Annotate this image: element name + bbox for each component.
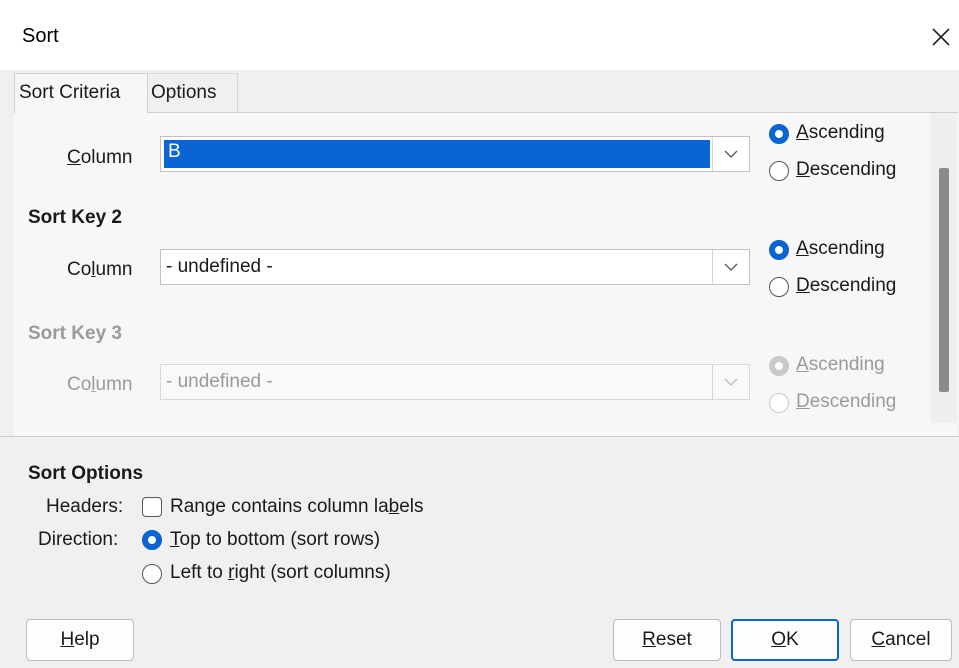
sort-key-1-column-combobox[interactable]: B bbox=[160, 136, 750, 172]
chevron-down-icon bbox=[724, 263, 738, 271]
selection-highlight bbox=[164, 140, 710, 168]
ok-button[interactable]: OK bbox=[731, 619, 839, 661]
sort-key-3-ascending-label: Ascending bbox=[796, 354, 885, 375]
scrollbar-thumb[interactable] bbox=[939, 168, 949, 392]
cancel-button[interactable]: Cancel bbox=[850, 619, 952, 661]
sort-key-2-descending-label: Descending bbox=[796, 275, 897, 296]
sort-key-2-column-label: Column bbox=[67, 259, 133, 280]
sort-key-3-descending-label: Descending bbox=[796, 391, 897, 412]
direction-left-right-radio[interactable] bbox=[142, 564, 162, 584]
help-button[interactable]: Help bbox=[26, 619, 134, 661]
sort-key-3-column-label: Column bbox=[67, 374, 133, 395]
sort-key-2-column-combobox[interactable]: - undefined - bbox=[160, 249, 750, 285]
sort-key-1-ascending-radio[interactable] bbox=[769, 124, 789, 144]
close-button[interactable] bbox=[924, 16, 958, 54]
dropdown-button[interactable] bbox=[712, 137, 749, 171]
headers-label: Headers: bbox=[46, 496, 124, 517]
sort-key-1-descending-radio[interactable] bbox=[769, 161, 789, 181]
sort-key-2-ascending-label: Ascending bbox=[796, 238, 885, 259]
separator bbox=[0, 436, 959, 437]
sort-key-1-ascending-label: Ascending bbox=[796, 122, 885, 143]
dropdown-button[interactable] bbox=[712, 250, 749, 284]
sort-key-3-ascending-radio[interactable] bbox=[769, 356, 789, 376]
sort-key-1-column-label: Column bbox=[67, 147, 133, 168]
dropdown-button[interactable] bbox=[712, 365, 749, 399]
sort-key-3-column-combobox[interactable]: - undefined - bbox=[160, 364, 750, 400]
title-bar bbox=[0, 0, 959, 70]
sort-key-1-descending-label: Descending bbox=[796, 159, 897, 180]
sort-key-3-column-value: - undefined - bbox=[166, 371, 273, 392]
range-contains-labels-label: Range contains column labels bbox=[170, 496, 424, 517]
chevron-down-icon bbox=[724, 378, 738, 386]
direction-top-bottom-label: Top to bottom (sort rows) bbox=[170, 529, 381, 550]
sort-key-2-descending-radio[interactable] bbox=[769, 277, 789, 297]
sort-key-2-column-value: - undefined - bbox=[166, 256, 273, 277]
direction-left-right-label: Left to right (sort columns) bbox=[170, 562, 391, 583]
reset-button[interactable]: Reset bbox=[613, 619, 721, 661]
sort-key-3-descending-radio[interactable] bbox=[769, 393, 789, 413]
direction-label: Direction: bbox=[38, 529, 119, 550]
window-title: Sort bbox=[22, 25, 59, 47]
sort-options-heading: Sort Options bbox=[28, 463, 144, 484]
direction-top-bottom-radio[interactable] bbox=[142, 530, 162, 550]
chevron-down-icon bbox=[724, 150, 738, 158]
close-icon bbox=[932, 28, 950, 46]
sort-key-3-heading: Sort Key 3 bbox=[28, 323, 122, 344]
tab-options[interactable]: Options bbox=[146, 73, 238, 113]
tab-sort-criteria[interactable]: Sort Criteria bbox=[14, 73, 148, 113]
sort-key-1-column-value: B bbox=[168, 141, 181, 162]
range-contains-labels-checkbox[interactable] bbox=[142, 497, 162, 517]
sort-key-2-ascending-radio[interactable] bbox=[769, 240, 789, 260]
sort-key-2-heading: Sort Key 2 bbox=[28, 207, 122, 228]
